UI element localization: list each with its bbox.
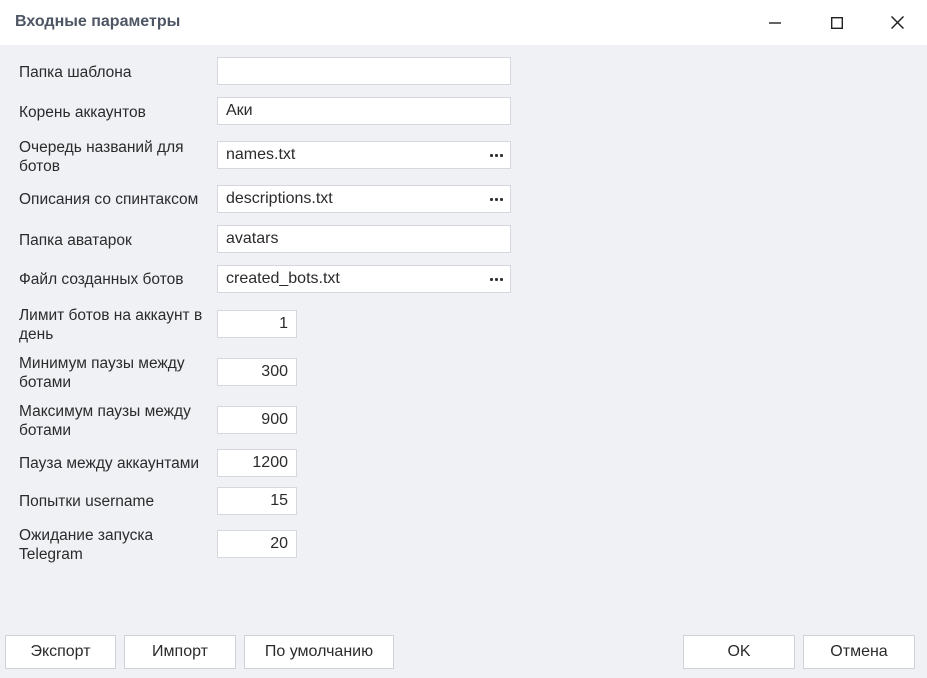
close-icon — [890, 16, 904, 29]
ellipsis-icon[interactable] — [488, 146, 504, 164]
minimize-button[interactable] — [745, 0, 805, 45]
account-pause-input[interactable]: 1200 — [217, 449, 297, 477]
label-bots-per-account-limit: Лимит ботов на аккаунт в день — [19, 307, 203, 343]
spintax-descriptions-value: descriptions.txt — [226, 190, 333, 207]
minimize-icon — [769, 21, 781, 24]
defaults-button[interactable]: По умолчанию — [244, 635, 394, 669]
min-pause-input[interactable]: 300 — [217, 358, 297, 386]
max-pause-value: 900 — [261, 411, 288, 428]
bot-names-queue-value: names.txt — [226, 146, 296, 163]
ellipsis-icon[interactable] — [488, 190, 504, 208]
telegram-startup-wait-input[interactable]: 20 — [217, 530, 297, 558]
avatars-folder-value: avatars — [226, 230, 279, 247]
spintax-descriptions-input[interactable]: descriptions.txt — [217, 185, 511, 213]
username-attempts-value: 15 — [270, 492, 288, 509]
dialog-window: Входные параметры Папка шаблона Корень а… — [0, 0, 927, 678]
avatars-folder-input[interactable]: avatars — [217, 225, 511, 253]
max-pause-input[interactable]: 900 — [217, 406, 297, 434]
label-max-pause: Максимум паузы между ботами — [19, 403, 191, 439]
close-button[interactable] — [867, 0, 927, 45]
label-username-attempts: Попытки username — [19, 493, 155, 510]
label-spintax-descriptions: Описания со спинтаксом — [19, 191, 199, 208]
label-created-bots-file: Файл созданных ботов — [19, 271, 184, 288]
account-pause-value: 1200 — [252, 454, 288, 471]
ok-button[interactable]: OK — [683, 635, 795, 669]
created-bots-file-input[interactable]: created_bots.txt — [217, 265, 511, 293]
template-folder-input[interactable] — [217, 57, 511, 85]
maximize-icon — [831, 16, 843, 29]
import-button[interactable]: Импорт — [124, 635, 236, 669]
maximize-button[interactable] — [807, 0, 867, 45]
label-min-pause: Минимум паузы между ботами — [19, 355, 185, 391]
cancel-button[interactable]: Отмена — [803, 635, 915, 669]
bots-per-account-limit-value: 1 — [279, 315, 288, 332]
bots-per-account-limit-input[interactable]: 1 — [217, 310, 297, 338]
label-account-pause: Пауза между аккаунтами — [19, 455, 200, 472]
label-telegram-startup-wait: Ожидание запуска Telegram — [19, 527, 154, 563]
created-bots-file-value: created_bots.txt — [226, 270, 340, 287]
username-attempts-input[interactable]: 15 — [217, 487, 297, 515]
title-bar: Входные параметры — [0, 0, 927, 45]
accounts-root-input[interactable]: Аки — [217, 97, 511, 125]
label-accounts-root: Корень аккаунтов — [19, 104, 146, 121]
min-pause-value: 300 — [261, 363, 288, 380]
bot-names-queue-input[interactable]: names.txt — [217, 141, 511, 169]
export-button[interactable]: Экспорт — [5, 635, 116, 669]
label-bot-names-queue: Очередь названий для ботов — [19, 139, 184, 175]
accounts-root-value: Аки — [226, 102, 253, 119]
window-title: Входные параметры — [15, 13, 181, 30]
ellipsis-icon[interactable] — [488, 270, 504, 288]
label-avatars-folder: Папка аватарок — [19, 232, 132, 249]
label-template-folder: Папка шаблона — [19, 64, 132, 81]
telegram-startup-wait-value: 20 — [270, 535, 288, 552]
